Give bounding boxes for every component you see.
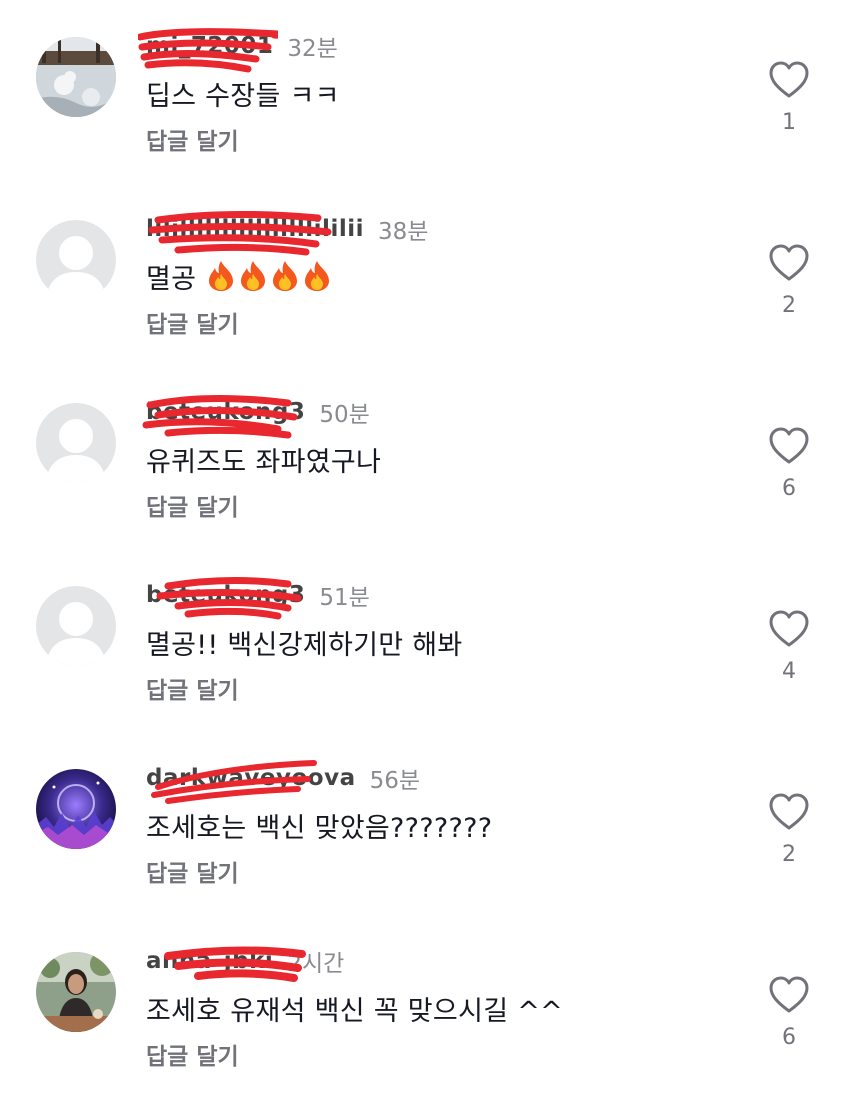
username[interactable]: beteukong3 (142, 394, 305, 439)
comment-time: 50분 (319, 402, 370, 428)
username[interactable]: beteukong3 (146, 576, 305, 620)
avatar[interactable] (36, 586, 116, 666)
comment-text: 딥스 수장들 ㅋㅋ (146, 81, 340, 112)
comment-item: lllillllllllllllllllililii 38분 멸공 답글 달기 … (0, 183, 850, 366)
like-count: 6 (782, 1025, 796, 1050)
comment-text: 조세호는 백신 맞았음??????? (146, 813, 493, 844)
fire-icon (305, 261, 330, 291)
comment-item: beteukong3 50분 유퀴즈도 좌파였구나 답글 달기 6 (0, 366, 850, 549)
comment-time: 32분 (287, 36, 338, 62)
heart-outline-icon[interactable] (768, 792, 810, 832)
comment-item: darkwaveyoova 56분 조세호는 백신 맞았음??????? 답글 … (0, 732, 850, 915)
comment-time: 38분 (377, 219, 429, 245)
comment-text: 조세호 유재석 백신 꼭 맞으시길 ^^ (146, 996, 564, 1027)
like-count: 1 (782, 110, 796, 135)
reply-button[interactable]: 답글 달기 (146, 488, 239, 522)
avatar[interactable] (36, 37, 116, 117)
comment-time: 2시간 (287, 951, 345, 977)
avatar[interactable] (36, 769, 116, 849)
like-count: 6 (782, 476, 796, 501)
username[interactable]: lllillllllllllllllllililii (146, 210, 364, 256)
avatar[interactable] (36, 220, 116, 300)
comment-meta: beteukong3 51분 (146, 576, 370, 620)
heart-outline-icon[interactable] (768, 426, 810, 466)
comment-meta: anna_jbki 2시간 (146, 945, 345, 982)
comment-item: mi_72001 32분 딥스 수장들 ㅋㅋ 답글 달기 1 (0, 0, 850, 183)
avatar[interactable] (36, 952, 116, 1032)
reply-button[interactable]: 답글 달기 (146, 305, 239, 339)
reply-button[interactable]: 답글 달기 (146, 122, 239, 156)
avatar[interactable] (36, 403, 116, 483)
reply-button[interactable]: 답글 달기 (146, 854, 239, 888)
heart-outline-icon[interactable] (768, 975, 810, 1015)
comment-text: 유퀴즈도 좌파였구나 (146, 447, 382, 478)
comment-text: 멸공 (146, 257, 332, 296)
comment-meta: darkwaveyoova 56분 (146, 760, 421, 804)
comment-meta: lllillllllllllllllllililii 38분 (146, 210, 429, 256)
reply-button[interactable]: 답글 달기 (146, 671, 239, 705)
username[interactable]: mi_72001 (138, 28, 278, 73)
comment-meta: mi_72001 32분 (138, 28, 338, 73)
like-count: 2 (782, 293, 796, 318)
fire-emoji-group (206, 260, 332, 292)
fire-icon (273, 261, 298, 291)
comment-item: beteukong3 51분 멸공!! 백신강제하기만 해봐 답글 달기 4 (0, 549, 850, 732)
fire-icon (209, 261, 234, 291)
fire-icon (241, 261, 266, 291)
username[interactable]: darkwaveyoova (146, 760, 356, 804)
like-count: 4 (782, 659, 796, 684)
comment-text: 멸공!! 백신강제하기만 해봐 (146, 630, 463, 661)
like-count: 2 (782, 842, 796, 867)
heart-outline-icon[interactable] (768, 60, 810, 100)
comment-meta: beteukong3 50분 (142, 394, 370, 439)
heart-outline-icon[interactable] (768, 243, 810, 283)
reply-button[interactable]: 답글 달기 (146, 1037, 239, 1071)
username[interactable]: anna_jbki (146, 946, 306, 982)
comment-time: 56분 (369, 768, 421, 794)
comment-time: 51분 (319, 585, 370, 611)
heart-outline-icon[interactable] (768, 609, 810, 649)
comment-item: anna_jbki 2시간 조세호 유재석 백신 꼭 맞으시길 ^^ 답글 달기… (0, 915, 850, 1098)
